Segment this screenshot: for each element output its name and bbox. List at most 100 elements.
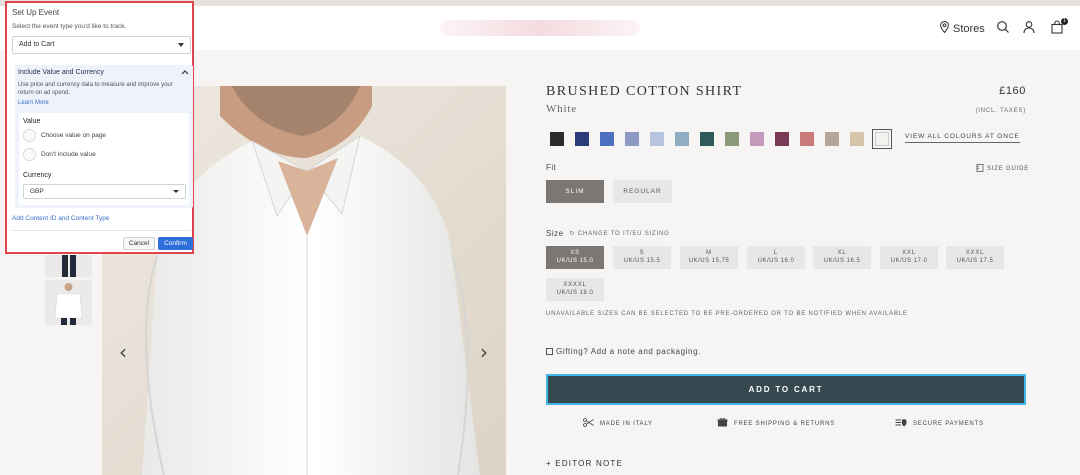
size-option[interactable]: M UK/US 15.75 xyxy=(680,246,738,269)
size-option[interactable]: XXL UK/US 17.0 xyxy=(880,246,938,269)
color-swatch[interactable] xyxy=(825,132,839,146)
panel-subtitle: Select the event type you'd like to trac… xyxy=(12,23,127,30)
size-guide-label: SIZE GUIDE xyxy=(987,166,1030,172)
color-swatch[interactable] xyxy=(725,132,739,146)
currency-select[interactable]: GBP xyxy=(23,184,186,199)
feature-secure-payments: SECURE PAYMENTS xyxy=(895,418,984,429)
view-all-colours-link[interactable]: VIEW ALL COLOURS AT ONCE xyxy=(905,133,1020,143)
radio-label: Don't include value xyxy=(41,151,96,158)
panel-title: Set Up Event xyxy=(12,8,60,17)
size-uk: UK/US 17.0 xyxy=(890,258,928,264)
color-swatch[interactable] xyxy=(775,132,789,146)
feature-free-shipping: FREE SHIPPING & RETURNS xyxy=(717,418,835,429)
size-name: L xyxy=(773,250,779,256)
event-type-value: Add to Cart xyxy=(19,41,55,48)
secure-card-icon xyxy=(895,418,907,429)
add-content-id-link[interactable]: Add Content ID and Content Type xyxy=(12,215,109,222)
size-option[interactable]: XXXXL UK/US 18.0 xyxy=(546,278,604,301)
color-swatch[interactable] xyxy=(575,132,589,146)
color-swatches xyxy=(550,129,892,149)
product-title: BRUSHED COTTON SHIRT xyxy=(546,84,743,99)
gifting-checkbox[interactable]: Gifting? Add a note and packaging. xyxy=(546,347,701,356)
radio-choose-value[interactable]: Choose value on page xyxy=(23,129,106,142)
event-type-select[interactable]: Add to Cart xyxy=(12,36,191,54)
size-name: XXXXL xyxy=(563,282,587,288)
gallery-thumbnail[interactable] xyxy=(45,255,92,277)
value-label: Value xyxy=(23,118,41,125)
size-option[interactable]: XS UK/US 15.0 xyxy=(546,246,604,269)
panel-divider xyxy=(12,230,191,231)
confirm-button[interactable]: Confirm xyxy=(158,237,193,250)
learn-more-link[interactable]: Learn More xyxy=(18,100,49,106)
value-currency-section: Include Value and Currency Use price and… xyxy=(15,65,193,208)
radio-circle xyxy=(23,129,36,142)
color-swatch[interactable] xyxy=(550,132,564,146)
product-color-name: White xyxy=(546,103,577,115)
gallery-next-arrow[interactable]: › xyxy=(480,340,488,364)
gallery-prev-arrow[interactable]: ‹ xyxy=(119,340,127,364)
value-options-card: Value Choose value on page Don't include… xyxy=(19,113,189,205)
color-swatch[interactable] xyxy=(650,132,664,146)
setup-event-panel: Set Up Event Select the event type you'd… xyxy=(5,1,194,254)
currency-label: Currency xyxy=(23,172,52,179)
gifting-label: Gifting? Add a note and packaging. xyxy=(556,347,701,356)
caret-down-icon xyxy=(173,190,179,193)
size-name: S xyxy=(639,250,645,256)
color-swatch[interactable] xyxy=(625,132,639,146)
account-icon[interactable] xyxy=(1022,20,1038,36)
color-swatch[interactable] xyxy=(700,132,714,146)
size-option[interactable]: XL UK/US 16.5 xyxy=(813,246,871,269)
add-to-cart-button[interactable]: ADD TO CART xyxy=(546,374,1026,405)
size-uk: UK/US 16.0 xyxy=(757,258,795,264)
section-description: Use price and currency data to measure a… xyxy=(18,82,173,96)
size-option[interactable]: S UK/US 15.5 xyxy=(613,246,671,269)
feature-made-in-italy: MADE IN ITALY xyxy=(583,418,653,429)
checkbox-box xyxy=(546,348,553,355)
color-swatch[interactable] xyxy=(750,132,764,146)
gallery-thumbnail[interactable] xyxy=(45,280,92,325)
feature-label: SECURE PAYMENTS xyxy=(913,420,984,427)
size-option[interactable]: XXXL UK/US 17.5 xyxy=(946,246,1004,269)
size-uk: UK/US 15.5 xyxy=(623,258,661,264)
size-option[interactable]: L UK/US 16.0 xyxy=(747,246,805,269)
size-name: XL xyxy=(837,250,847,256)
size-guide-link[interactable]: SIZE GUIDE xyxy=(976,164,1029,174)
size-uk: UK/US 17.5 xyxy=(956,258,994,264)
color-swatch[interactable] xyxy=(850,132,864,146)
shopping-bag-icon[interactable]: 1 xyxy=(1050,18,1068,36)
feature-label: MADE IN ITALY xyxy=(600,420,653,427)
radio-no-value[interactable]: Don't include value xyxy=(23,148,96,161)
color-swatch[interactable] xyxy=(872,129,892,149)
feature-label: FREE SHIPPING & RETURNS xyxy=(734,420,836,427)
chevron-up-icon[interactable] xyxy=(181,68,189,77)
size-name: M xyxy=(706,250,712,256)
unavailable-sizes-note: UNAVAILABLE SIZES CAN BE SELECTED TO BE … xyxy=(546,311,908,317)
radio-label: Choose value on page xyxy=(41,132,107,139)
size-uk: UK/US 15.75 xyxy=(688,258,730,264)
size-label: Size xyxy=(546,229,564,238)
product-price: £160 xyxy=(999,85,1026,97)
scissors-icon xyxy=(583,418,594,429)
section-title: Include Value and Currency xyxy=(18,69,104,76)
size-uk: UK/US 15.0 xyxy=(556,258,594,264)
color-swatch[interactable] xyxy=(600,132,614,146)
caret-down-icon xyxy=(178,43,184,47)
size-uk: UK/US 18.0 xyxy=(556,290,594,296)
blurred-logo xyxy=(440,20,640,36)
size-conversion-toggle[interactable]: ↻ CHANGE TO IT/EU SIZING xyxy=(570,230,670,237)
fit-option-slim[interactable]: SLIM xyxy=(546,180,604,203)
location-pin-icon xyxy=(940,20,949,36)
size-label-row: Size ↻ CHANGE TO IT/EU SIZING xyxy=(546,229,670,238)
color-swatch[interactable] xyxy=(675,132,689,146)
cancel-button[interactable]: Cancel xyxy=(123,237,155,250)
size-name: XS xyxy=(570,250,580,256)
stores-link[interactable]: Stores xyxy=(940,20,985,36)
editor-note-toggle[interactable]: + EDITOR NOTE xyxy=(546,459,623,468)
search-icon[interactable] xyxy=(996,20,1012,36)
refresh-icon: ↻ xyxy=(569,231,576,237)
stores-label: Stores xyxy=(953,22,985,35)
fit-option-regular[interactable]: REGULAR xyxy=(613,180,672,203)
color-swatch[interactable] xyxy=(800,132,814,146)
size-name: XXL xyxy=(902,250,916,256)
size-conversion-label: CHANGE TO IT/EU SIZING xyxy=(577,231,670,237)
